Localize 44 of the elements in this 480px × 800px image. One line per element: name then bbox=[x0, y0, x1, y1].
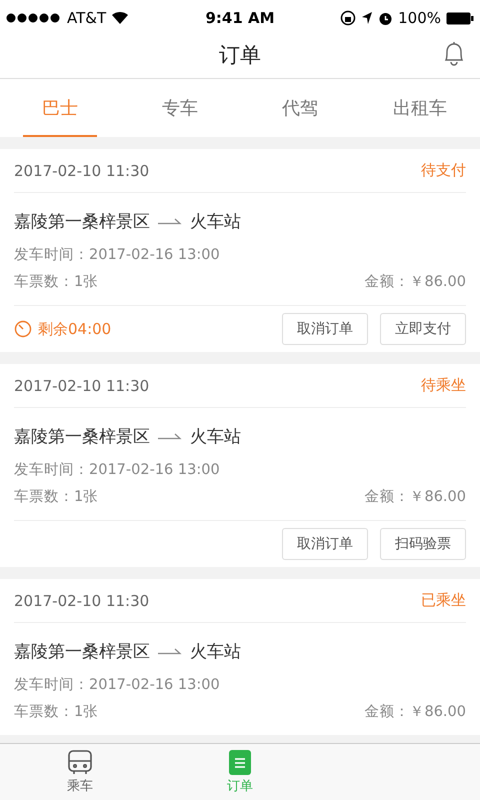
order-amount: 金额：￥86.00 bbox=[364, 488, 466, 506]
category-tab[interactable]: 专车 bbox=[120, 79, 240, 137]
wifi-icon bbox=[111, 11, 130, 25]
order-amount: 金额：￥86.00 bbox=[364, 272, 466, 291]
ticket-count: 车票数：1张 bbox=[14, 273, 98, 291]
ticket-count: 车票数：1张 bbox=[14, 703, 98, 721]
order-action-button[interactable]: 扫码验票 bbox=[380, 528, 466, 560]
battery-icon bbox=[446, 12, 474, 24]
category-tab[interactable]: 巴士 bbox=[0, 79, 120, 137]
arrival-station: 火车站 bbox=[190, 426, 241, 448]
page-title: 订单 bbox=[219, 42, 261, 69]
order-date: 2017-02-10 11:30 bbox=[14, 376, 150, 394]
location-icon bbox=[361, 11, 374, 25]
category-tab[interactable]: 出租车 bbox=[360, 79, 480, 137]
bus-icon bbox=[67, 749, 93, 775]
order-status: 待乘坐 bbox=[421, 376, 466, 395]
departure-time: 发车时间：2017-02-16 13:00 bbox=[14, 246, 221, 264]
order-amount: 金额：￥86.00 bbox=[364, 702, 466, 721]
departure-time: 发车时间：2017-02-16 13:00 bbox=[14, 461, 221, 479]
alarm-icon bbox=[378, 10, 394, 26]
time-remaining: 剩余04:00 bbox=[38, 320, 112, 338]
order-action-button[interactable]: 立即支付 bbox=[380, 313, 466, 345]
bell-icon[interactable] bbox=[442, 40, 466, 68]
ticket-count: 车票数：1张 bbox=[14, 488, 98, 506]
departure-station: 嘉陵第一桑梓景区 bbox=[14, 640, 150, 662]
tab-bar-item[interactable]: 乘车 bbox=[0, 744, 160, 800]
clock: 9:41 AM bbox=[205, 9, 275, 27]
category-tab[interactable]: 代驾 bbox=[240, 79, 360, 137]
carrier-name: AT&T bbox=[67, 9, 106, 27]
clipboard-icon bbox=[229, 749, 251, 775]
arrival-station: 火车站 bbox=[190, 210, 241, 232]
battery-percent: 100% bbox=[398, 9, 442, 27]
order-date: 2017-02-10 11:30 bbox=[14, 162, 150, 180]
arrival-station: 火车站 bbox=[190, 640, 241, 662]
order-date: 2017-02-10 11:30 bbox=[14, 592, 150, 610]
timer-icon bbox=[14, 320, 32, 338]
departure-station: 嘉陵第一桑梓景区 bbox=[14, 210, 150, 232]
signal-icon bbox=[6, 13, 62, 23]
order-action-button[interactable]: 取消订单 bbox=[282, 528, 368, 560]
order-status: 待支付 bbox=[421, 161, 466, 180]
departure-time: 发车时间：2017-02-16 13:00 bbox=[14, 676, 221, 694]
departure-station: 嘉陵第一桑梓景区 bbox=[14, 426, 150, 448]
order-status: 已乘坐 bbox=[421, 591, 466, 610]
order-action-button[interactable]: 取消订单 bbox=[282, 313, 368, 345]
